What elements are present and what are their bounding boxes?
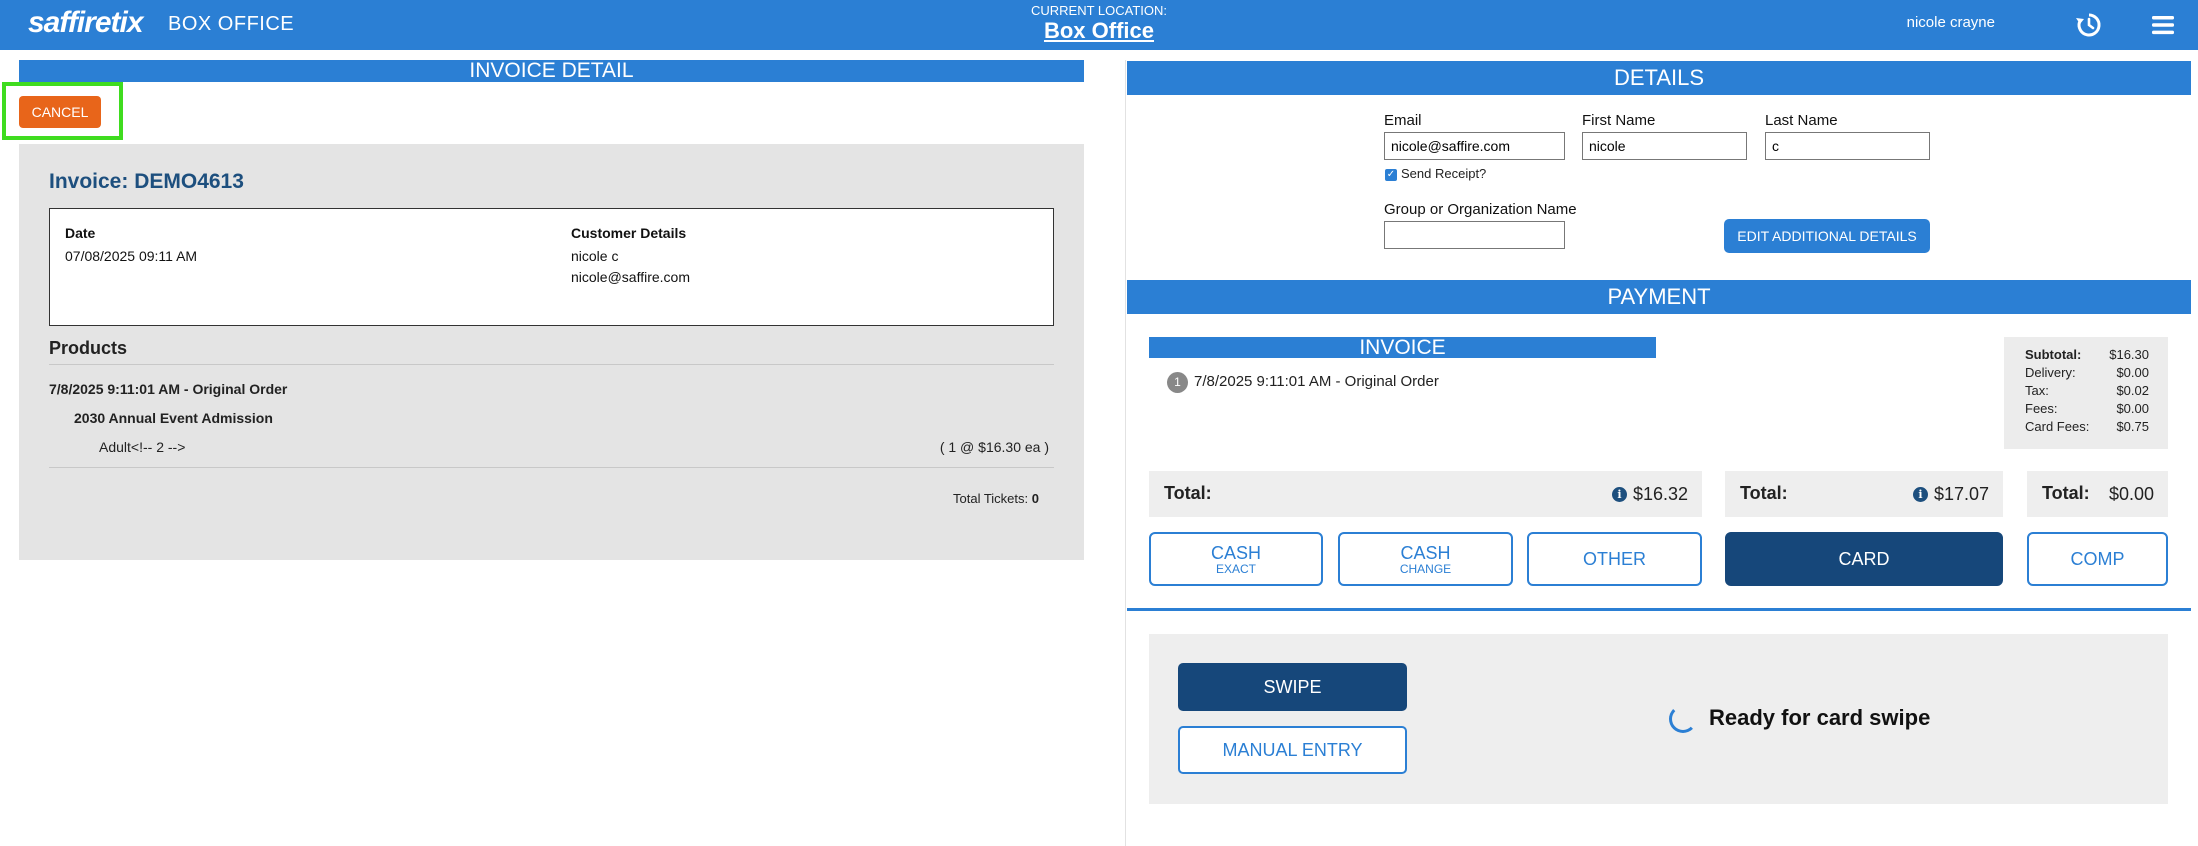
info-icon[interactable]: i [1912,487,1928,502]
invoice-info-box: Date 07/08/2025 09:11 AM Customer Detail… [49,208,1054,326]
loading-spinner-icon [1669,705,1697,733]
button-label: CASH [1400,542,1451,563]
payment-order-line: 7/8/2025 9:11:01 AM - Original Order [1194,373,1439,390]
summary-value: $16.30 [2109,347,2149,362]
last-name-label: Last Name [1765,112,1838,129]
button-sublabel: CHANGE [1399,561,1452,576]
summary-row-tax: Tax: $0.02 [2025,383,2149,398]
email-label: Email [1384,112,1422,129]
button-label: COMP [2070,549,2125,569]
summary-label: Card Fees: [2025,419,2090,434]
card-swipe-panel: SWIPE MANUAL ENTRY Ready for card swipe [1149,634,2168,804]
cancel-button[interactable]: CANCEL [19,96,101,128]
button-label: OTHER [1583,549,1646,569]
summary-value: $0.00 [2116,365,2149,380]
total-value: i $16.32 [1611,484,1688,505]
summary-row-card-fees: Card Fees: $0.75 [2025,419,2149,434]
summary-row-delivery: Delivery: $0.00 [2025,365,2149,380]
send-receipt-label: Send Receipt? [1401,166,1487,181]
comp-total-amount: $0.00 [2108,484,2154,504]
date-value: 07/08/2025 09:11 AM [65,248,198,264]
top-bar: saffiretix BOX OFFICE CURRENT LOCATION: … [0,0,2198,50]
ticket-type: Adult<!-- 2 --> [99,439,186,455]
hamburger-menu-icon[interactable] [2148,10,2178,40]
cash-exact-button[interactable]: CASH EXACT [1149,532,1323,586]
current-location-label: CURRENT LOCATION: [1030,3,1168,18]
summary-label: Fees: [2025,401,2058,416]
invoice-subheader: INVOICE [1149,337,1656,358]
cash-total-amount: $16.32 [1632,484,1688,504]
total-tickets: Total Tickets: 0 [953,491,1039,506]
group-field[interactable] [1384,221,1565,249]
history-icon[interactable] [2074,10,2104,40]
send-receipt-checkbox[interactable]: ✓ [1385,169,1397,181]
details-header: DETAILS [1127,61,2191,95]
products-title: Products [49,338,128,358]
cash-change-button[interactable]: CASH CHANGE [1338,532,1513,586]
card-total-box: Total: i $17.07 [1725,471,2003,517]
button-sublabel: EXACT [1215,561,1256,576]
current-location-link[interactable]: Box Office [0,18,2198,44]
group-label: Group or Organization Name [1384,201,1577,218]
summary-value: $0.00 [2116,401,2149,416]
invoice-title: Invoice: DEMO4613 [49,170,244,193]
button-label: CARD [1838,549,1890,569]
user-name[interactable]: nicole crayne [1907,14,1995,31]
button-label: CASH [1210,542,1261,563]
summary-label: Tax: [2025,383,2049,398]
summary-value: $0.02 [2116,383,2149,398]
swipe-button[interactable]: SWIPE [1178,663,1407,711]
summary-value: $0.75 [2116,419,2149,434]
other-button[interactable]: OTHER [1527,532,1702,586]
divider [49,364,1054,365]
card-swipe-status: Ready for card swipe [1709,705,1931,730]
total-tickets-value: 0 [1031,491,1039,506]
total-tickets-label: Total Tickets: [953,491,1029,506]
cash-total-box: Total: i $16.32 [1149,471,1702,517]
email-field[interactable] [1384,132,1565,160]
total-label: Total: [1164,483,1212,503]
total-label: Total: [2042,483,2090,503]
order-number-badge: 1 [1167,372,1188,393]
summary-label: Delivery: [2025,365,2076,380]
customer-email: nicole@saffire.com [571,269,690,285]
customer-name: nicole c [571,248,619,264]
first-name-field[interactable] [1582,132,1747,160]
comp-button[interactable]: COMP [2027,532,2168,586]
customer-details-label: Customer Details [571,225,687,241]
summary-row-subtotal: Subtotal: $16.30 [2025,347,2149,362]
total-value: i $17.07 [1912,484,1989,505]
last-name-field[interactable] [1765,132,1930,160]
ticket-quantity: ( 1 @ $16.30 ea ) [939,439,1049,455]
card-button[interactable]: CARD [1725,532,2003,586]
comp-total-box: Total: $0.00 [2027,471,2168,517]
panel-divider [1125,60,1126,846]
summary-label: Subtotal: [2025,347,2082,362]
invoice-panel: Invoice: DEMO4613 Date 07/08/2025 09:11 … [19,144,1084,560]
event-name: 2030 Annual Event Admission [74,410,273,426]
first-name-label: First Name [1582,112,1656,129]
edit-additional-details-button[interactable]: EDIT ADDITIONAL DETAILS [1724,219,1930,253]
invoice-detail-header: INVOICE DETAIL [19,60,1084,82]
order-line: 7/8/2025 9:11:01 AM - Original Order [49,381,288,397]
manual-entry-button[interactable]: MANUAL ENTRY [1178,726,1407,774]
total-label: Total: [1740,483,1788,503]
summary-row-fees: Fees: $0.00 [2025,401,2149,416]
divider [49,467,1054,468]
card-total-amount: $17.07 [1933,484,1989,504]
payment-summary: Subtotal: $16.30 Delivery: $0.00 Tax: $0… [2004,337,2168,449]
payment-header: PAYMENT [1127,280,2191,314]
payment-divider [1127,608,2191,611]
info-icon[interactable]: i [1611,487,1627,502]
date-label: Date [65,225,96,241]
